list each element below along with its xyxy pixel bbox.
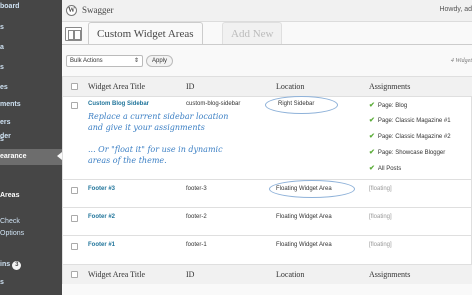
row-checkbox[interactable] bbox=[71, 243, 78, 250]
annotation-text: ... Or "float it" for use in dynamic bbox=[88, 145, 223, 154]
table-header: Widget Area Title ID Location Assignment… bbox=[63, 77, 472, 97]
widget-area-title-link[interactable]: Custom Blog Sidebar bbox=[88, 101, 149, 107]
assignment-item: ✔ Page: Classic Magazine #1 bbox=[369, 117, 451, 124]
sidebar-item-media[interactable]: a bbox=[0, 41, 62, 55]
widget-area-id: footer-3 bbox=[186, 186, 207, 192]
wordpress-logo-icon[interactable]: W bbox=[66, 5, 77, 16]
tab-divider bbox=[62, 44, 472, 45]
sidebar-item-widget-areas[interactable]: Areas bbox=[0, 189, 62, 203]
sidebar-item-builder[interactable]: der bbox=[0, 130, 62, 144]
column-footer-assignments: Assignments bbox=[369, 270, 411, 279]
column-header-location: Location bbox=[276, 82, 305, 91]
widget-area-location: Floating Widget Area bbox=[276, 186, 332, 192]
widget-area-title-link[interactable]: Footer #2 bbox=[88, 214, 115, 220]
bulk-actions-select[interactable]: Bulk Actions ⇕ bbox=[66, 55, 143, 67]
sidebar-item-links[interactable]: s bbox=[0, 61, 62, 75]
widget-area-location: Right Sidebar bbox=[278, 101, 315, 107]
howdy-user-menu[interactable]: Howdy, ad bbox=[439, 6, 472, 13]
check-icon: ✔ bbox=[369, 117, 375, 124]
sidebar-item-posts[interactable]: s bbox=[0, 21, 62, 35]
assignment-item: ✔ Page: Blog bbox=[369, 102, 408, 109]
admin-sidebar: board s a s es ments ers s der earance A… bbox=[0, 0, 62, 295]
sidebar-item-dashboard[interactable]: board bbox=[0, 0, 62, 14]
sidebar-item-plugins-label: ins bbox=[0, 261, 11, 268]
assignment-floating: [floating] bbox=[369, 242, 392, 248]
annotation-text: and give it your assignments bbox=[88, 123, 205, 132]
widget-area-title-link[interactable]: Footer #3 bbox=[88, 186, 115, 192]
items-count: 4 Widget bbox=[450, 58, 472, 64]
assignment-floating: [floating] bbox=[369, 214, 392, 220]
row-checkbox[interactable] bbox=[71, 215, 78, 222]
assignment-item: ✔ All Posts bbox=[369, 165, 402, 172]
sidebar-item-appearance[interactable]: earance bbox=[0, 149, 62, 165]
check-icon: ✔ bbox=[369, 165, 375, 172]
check-icon: ✔ bbox=[369, 102, 375, 109]
table-row: Custom Blog Sidebar custom-blog-sidebar … bbox=[63, 96, 472, 180]
annotation-text: areas of the theme. bbox=[88, 156, 167, 165]
site-title[interactable]: Swagger bbox=[82, 5, 114, 15]
widget-area-id: custom-blog-sidebar bbox=[186, 101, 241, 107]
assignment-item: ✔ Page: Classic Magazine #2 bbox=[369, 133, 451, 140]
column-footer-location: Location bbox=[276, 270, 305, 279]
check-icon: ✔ bbox=[369, 149, 375, 156]
column-header-assignments: Assignments bbox=[369, 82, 411, 91]
sidebar-item-users[interactable]: s bbox=[0, 276, 62, 290]
bulk-actions-value: Bulk Actions bbox=[70, 58, 103, 64]
widget-area-id: footer-2 bbox=[186, 214, 207, 220]
sidebar-item-options[interactable]: Options bbox=[0, 227, 62, 241]
select-arrows-icon: ⇕ bbox=[133, 58, 139, 64]
widget-areas-page-icon bbox=[65, 27, 82, 41]
column-footer-title[interactable]: Widget Area Title bbox=[88, 265, 145, 285]
widget-area-id: footer-1 bbox=[186, 242, 207, 248]
assignment-floating: [floating] bbox=[369, 186, 392, 192]
widget-area-location: Floating Widget Area bbox=[276, 214, 332, 220]
sidebar-item-plugins[interactable]: ins 3 bbox=[0, 258, 62, 272]
apply-button[interactable]: Apply bbox=[146, 55, 174, 67]
table-footer: Widget Area Title ID Location Assignment… bbox=[63, 264, 472, 284]
column-header-id: ID bbox=[186, 82, 195, 91]
sidebar-item-pages[interactable]: es bbox=[0, 81, 62, 95]
check-icon: ✔ bbox=[369, 133, 375, 140]
row-checkbox[interactable] bbox=[71, 187, 78, 194]
widget-areas-table: Widget Area Title ID Location Assignment… bbox=[62, 76, 472, 284]
plugins-count-badge: 3 bbox=[12, 261, 22, 270]
assignment-item: ✔ Page: Showcase Blogger bbox=[369, 149, 446, 156]
widget-area-location: Floating Widget Area bbox=[276, 242, 332, 248]
tab-custom-widget-areas[interactable]: Custom Widget Areas bbox=[88, 22, 203, 44]
sidebar-item-sliders[interactable]: ers bbox=[0, 116, 62, 130]
column-header-title[interactable]: Widget Area Title bbox=[88, 77, 145, 97]
table-row: Footer #2 footer-2 Floating Widget Area … bbox=[63, 208, 472, 236]
column-footer-id: ID bbox=[186, 270, 195, 279]
select-all-checkbox-footer[interactable] bbox=[71, 271, 78, 278]
sidebar-item-comments[interactable]: ments bbox=[0, 98, 62, 112]
table-row: Footer #1 footer-1 Floating Widget Area … bbox=[63, 236, 472, 264]
table-row: Footer #3 footer-3 Floating Widget Area … bbox=[63, 180, 472, 208]
select-all-checkbox[interactable] bbox=[71, 83, 78, 90]
widget-area-title-link[interactable]: Footer #1 bbox=[88, 242, 115, 248]
admin-top-bar: W Swagger Howdy, ad bbox=[62, 0, 472, 22]
tab-add-new[interactable]: Add New bbox=[222, 22, 283, 44]
row-checkbox[interactable] bbox=[71, 102, 78, 109]
annotation-text: Replace a current sidebar location bbox=[88, 112, 229, 121]
